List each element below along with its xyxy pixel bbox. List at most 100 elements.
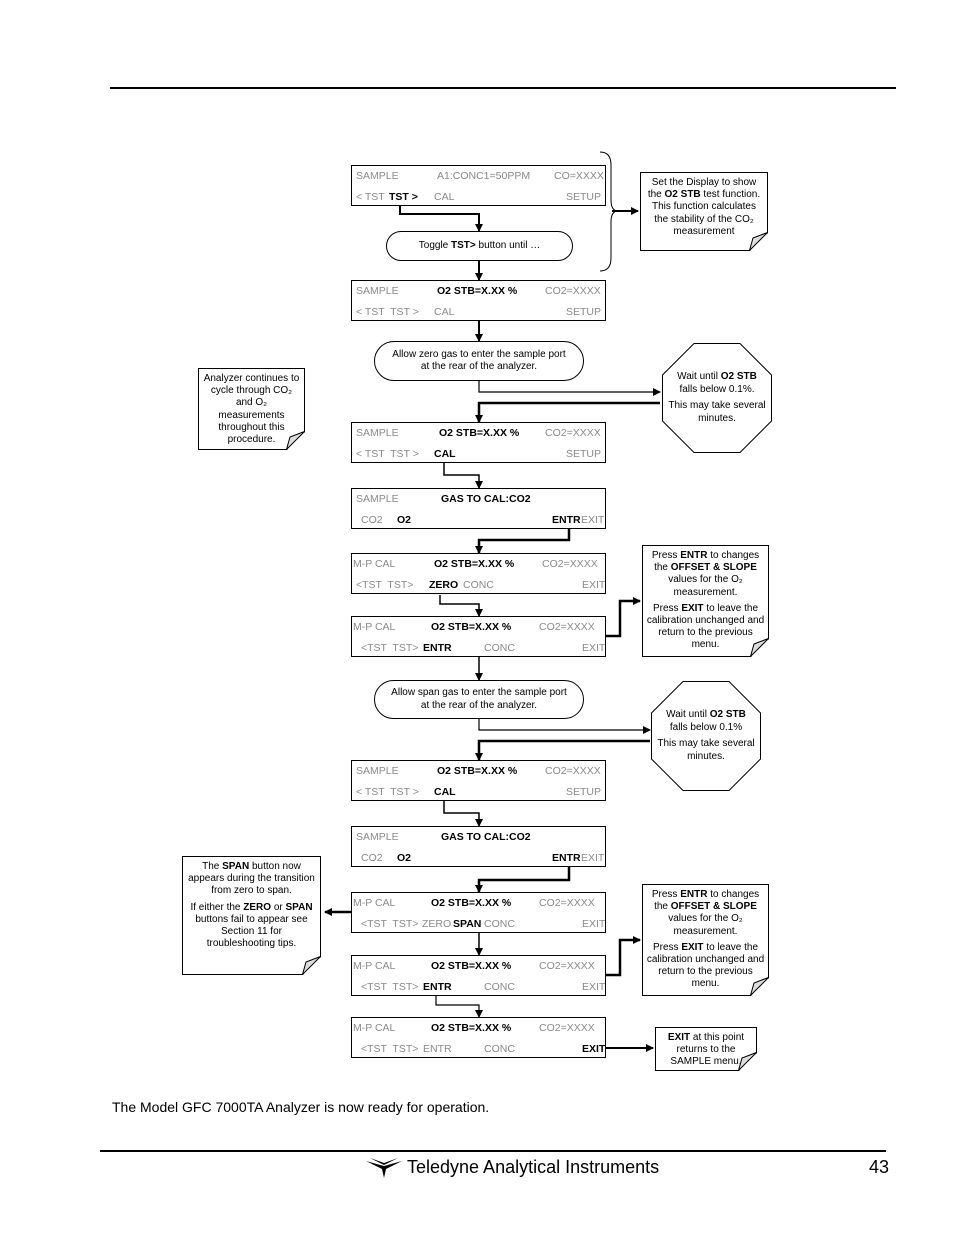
page-curl-icon [749,977,769,998]
lcd-label[interactable]: CO2 [361,514,383,526]
bold-text: O2 STB [720,371,757,382]
text: the [654,901,671,913]
text: Press [651,550,681,561]
lcd-button-active[interactable]: ENTR [423,642,452,654]
lcd-button-active[interactable]: CAL [434,448,456,460]
text-line: This may take several [662,400,772,413]
lcd-label: SAMPLE [356,285,399,297]
lcd-screen: M-P CAL O2 STB=X.XX % CO2=XXXX <TST TST> ZER… [351,892,606,933]
lcd-label[interactable]: CONC [484,918,515,930]
lcd-button-active[interactable]: CAL [434,786,456,798]
lcd-label: CO2=XXXX [539,897,595,909]
note-callout: The SPAN button now appears during the tr… [182,856,321,975]
lcd-button-active[interactable]: TST > [389,191,418,203]
text: calibration unchanged and [646,954,765,966]
text: return to the previous [658,627,753,639]
text-line: This function calculates [641,201,767,213]
text: Toggle [418,239,452,251]
lcd-button-active[interactable]: ENTR [552,852,581,864]
lcd-label[interactable]: CAL [434,191,454,203]
lcd-label[interactable]: <TST TST> [361,642,418,654]
text-line: falls below 0.1%. [662,384,772,397]
text: If either the [190,901,244,913]
lcd-button-active[interactable]: ZERO [429,579,458,591]
text: falls below 0.1%. [679,383,755,395]
text: at the rear of the analyzer. [420,699,538,711]
lcd-label: CO2=XXXX [539,1022,595,1034]
lcd-label[interactable]: <TST TST> [361,918,418,930]
text: menu. [691,639,720,651]
text-line: cycle through CO₂ [199,385,304,397]
lcd-label[interactable]: < TST TST > [356,448,419,460]
lcd-button-active[interactable]: O2 [397,852,411,864]
page-curl-icon [748,232,768,253]
lcd-label[interactable]: SETUP [566,306,601,318]
lcd-label[interactable]: <TST TST> [356,579,413,591]
lcd-button-active: O2 STB=X.XX % [431,960,512,972]
lcd-button-active[interactable]: O2 [397,514,411,526]
text: Wait until [677,371,721,382]
lcd-label[interactable]: SETUP [566,448,601,460]
bold-text: EXIT [681,602,704,614]
text: measurements [218,409,285,421]
lcd-label[interactable]: EXIT [582,642,605,654]
text: at this point [690,1032,745,1043]
lcd-button-active[interactable]: ENTR [423,981,452,993]
lcd-button-active[interactable]: EXIT [582,1043,605,1055]
text: measurement [673,225,735,237]
lcd-label[interactable]: <TST TST> [361,981,418,993]
text: the [647,189,665,201]
text: minutes. [687,750,725,762]
lcd-label[interactable]: CONC [484,981,515,993]
text-line: measurement. [643,587,768,599]
lcd-label[interactable]: ZERO [422,918,451,930]
lcd-label: CO2=XXXX [545,285,601,297]
lcd-label[interactable]: SETUP [566,191,601,203]
text-line: Press EXIT to leave the [643,603,768,615]
text: appears during the transition [188,873,315,885]
lcd-label[interactable]: ENTR [423,1043,452,1055]
text-line: falls below 0.1% [651,722,761,735]
flow-arrow [439,595,483,617]
lcd-label[interactable]: < TST TST > [356,786,419,798]
flow-arrow [606,597,641,638]
lcd-button-active: O2 STB=X.XX % [431,621,512,633]
lcd-label[interactable]: SETUP [566,786,601,798]
lcd-label[interactable]: EXIT [582,579,605,591]
page-curl-icon [749,638,769,659]
lcd-label: SAMPLE [356,427,399,439]
lcd-label[interactable]: < TST TST > [356,306,419,318]
lcd-button-active: O2 STB=X.XX % [439,427,520,439]
text: SAMPLE menu. [670,1056,742,1068]
footer-company: Teledyne Analytical Instruments [407,1157,660,1177]
text: to changes [707,889,760,900]
lcd-label[interactable]: CAL [434,306,454,318]
lcd-label[interactable]: CO2 [361,852,383,864]
lcd-screen: SAMPLE GAS TO CAL:CO2 CO2 O2 ENTR EXIT [351,488,606,529]
lcd-label[interactable]: EXIT [582,981,605,993]
lcd-label: M-P CAL [353,1022,396,1034]
text-line: the O2 STB test function. [641,189,767,201]
text: Press [652,602,682,614]
lcd-button-active: GAS TO CAL:CO2 [441,831,531,843]
lcd-label[interactable]: EXIT [581,852,604,864]
text-line: Set the Display to show [641,177,767,189]
lcd-label[interactable]: < TST [356,191,385,203]
lcd-button-active[interactable]: SPAN [453,918,481,930]
lcd-screen: SAMPLE O2 STB=X.XX % CO2=XXXX < TST TST > CA… [351,422,606,463]
lcd-label: M-P CAL [353,558,396,570]
lcd-label[interactable]: <TST TST> [361,1043,418,1055]
lcd-label[interactable]: CONC [463,579,494,591]
text-line: The SPAN button now [183,861,320,873]
text-line: minutes. [662,413,772,426]
text-line: values for the O₂ [643,913,768,925]
lcd-label[interactable]: EXIT [581,514,604,526]
text-line: Analyzer continues to [199,373,304,385]
lcd-label[interactable]: CONC [484,642,515,654]
manual-page: SAMPLE A1:CONC1=50PPM CO=XXXX < TST TST > CAL… [0,0,954,1235]
instruction-pill: Toggle TST> button until … [386,231,573,261]
lcd-label[interactable]: EXIT [582,918,605,930]
text-line: at the rear of the analyzer. [375,700,583,713]
lcd-button-active[interactable]: ENTR [552,514,581,526]
lcd-label[interactable]: CONC [484,1043,515,1055]
